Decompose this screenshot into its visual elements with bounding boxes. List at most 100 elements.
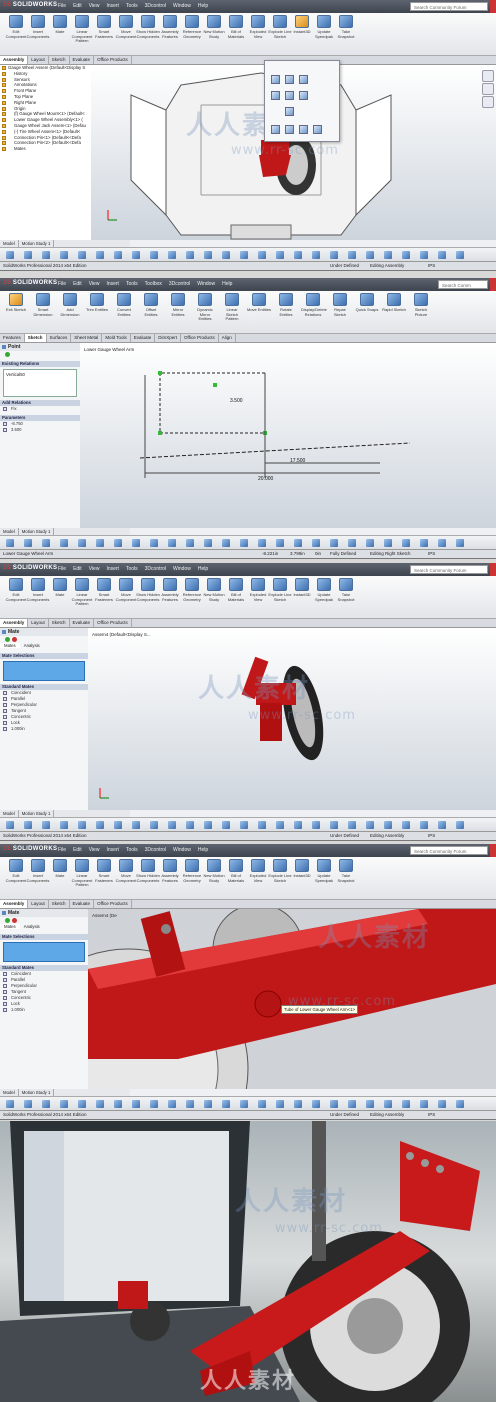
smart-dimension-button[interactable]: Smart Dimension — [31, 293, 55, 317]
menu-window[interactable]: Window — [197, 281, 215, 287]
insert-components-button[interactable]: Insert Components — [26, 859, 50, 883]
hud-tool-icon[interactable] — [294, 251, 302, 259]
tab-office-products[interactable]: Office Products — [94, 900, 132, 908]
move-component-button[interactable]: Move Component — [114, 578, 138, 602]
tab-analysis[interactable]: Analysis — [20, 643, 44, 648]
update-speedpak-button[interactable]: Update Speedpak — [312, 859, 336, 883]
mate-button[interactable]: Mate — [48, 578, 72, 598]
tab-mates[interactable]: Mates — [0, 924, 20, 929]
hud-tool-icon[interactable] — [312, 1100, 320, 1108]
hud-tool-icon[interactable] — [366, 821, 374, 829]
tab-layout[interactable]: Layout — [28, 56, 49, 64]
hud-tool-icon[interactable] — [420, 821, 428, 829]
hud-tool-icon[interactable] — [348, 539, 356, 547]
menu-insert[interactable]: Insert — [106, 566, 119, 572]
close-window-button[interactable] — [490, 563, 496, 576]
hud-tool-icon[interactable] — [24, 251, 32, 259]
hud-tool-icon[interactable] — [294, 821, 302, 829]
hud-tool-icon[interactable] — [330, 821, 338, 829]
bill-of-materials-button[interactable]: Bill of Materials — [224, 578, 248, 602]
tab-dimxpert[interactable]: DimXpert — [155, 334, 182, 342]
close-window-button[interactable] — [490, 844, 496, 857]
hud-tool-icon[interactable] — [186, 821, 194, 829]
hud-tool-icon[interactable] — [456, 821, 464, 829]
menu-insert[interactable]: Insert — [106, 847, 119, 853]
hud-tool-icon[interactable] — [204, 1100, 212, 1108]
linear-component-pattern-button[interactable]: Linear Component Pattern — [70, 15, 94, 44]
exploded-view-button[interactable]: Exploded View — [246, 15, 270, 39]
cancel-icon[interactable] — [12, 637, 17, 642]
hud-tool-icon[interactable] — [204, 821, 212, 829]
hud-tool-icon[interactable] — [114, 1100, 122, 1108]
convert-entities-button[interactable]: Convert Entities — [112, 293, 136, 317]
menu-help[interactable]: Help — [198, 847, 208, 853]
smart-fasteners-button[interactable]: Smart Fasteners — [92, 15, 116, 39]
sketch-picture-button[interactable]: Sketch Picture — [409, 293, 433, 317]
hud-tool-icon[interactable] — [330, 251, 338, 259]
menu-3dcontrol[interactable]: 3Dcontrol — [169, 281, 190, 287]
offset-entities-button[interactable]: Offset Entities — [139, 293, 163, 317]
explode-line-sketch-button[interactable]: Explode Line Sketch — [268, 578, 292, 602]
hud-tool-icon[interactable] — [24, 1100, 32, 1108]
hud-tool-icon[interactable] — [438, 821, 446, 829]
menu-insert[interactable]: Insert — [106, 281, 119, 287]
hud-tool-icon[interactable] — [384, 821, 392, 829]
bill-of-materials-button[interactable]: Bill of Materials — [224, 859, 248, 883]
reference-geometry-button[interactable]: Reference Geometry — [180, 578, 204, 602]
assembly-features-button[interactable]: Assembly Features — [158, 15, 182, 39]
hud-tool-icon[interactable] — [438, 539, 446, 547]
menu-edit[interactable]: Edit — [73, 566, 82, 572]
hud-tool-icon[interactable] — [96, 251, 104, 259]
menu-help[interactable]: Help — [222, 281, 232, 287]
tab-sketch[interactable]: Sketch — [49, 56, 70, 64]
hud-tool-icon[interactable] — [402, 539, 410, 547]
hud-tool-icon[interactable] — [384, 539, 392, 547]
hud-tool-icon[interactable] — [456, 1100, 464, 1108]
hud-tool-icon[interactable] — [312, 821, 320, 829]
tab-evaluate[interactable]: Evaluate — [70, 619, 95, 627]
hud-tool-icon[interactable] — [6, 1100, 14, 1108]
menu-tools[interactable]: Tools — [126, 847, 138, 853]
mate-distance-input[interactable]: 1.000in — [0, 726, 88, 732]
hud-tool-icon[interactable] — [132, 539, 140, 547]
hud-tool-icon[interactable] — [366, 1100, 374, 1108]
hud-tool-icon[interactable] — [168, 251, 176, 259]
show-hidden-components-button[interactable]: Show Hidden Components — [136, 578, 160, 602]
hud-tool-icon[interactable] — [258, 251, 266, 259]
ok-icon[interactable] — [5, 918, 10, 923]
tab-office-products[interactable]: Office Products — [94, 619, 132, 627]
hud-tool-icon[interactable] — [186, 539, 194, 547]
tab-mold-tools[interactable]: Mold Tools — [102, 334, 131, 342]
tab-evaluate[interactable]: Evaluate — [70, 56, 95, 64]
instant3d-button[interactable]: Instant3D — [290, 15, 314, 35]
tab-evaluate[interactable]: Evaluate — [70, 900, 95, 908]
hud-tool-icon[interactable] — [240, 1100, 248, 1108]
hud-tool-icon[interactable] — [258, 1100, 266, 1108]
hud-tool-icon[interactable] — [168, 1100, 176, 1108]
view-bottom-icon[interactable] — [285, 107, 294, 116]
hud-tool-icon[interactable] — [348, 1100, 356, 1108]
view-selector-popup[interactable] — [264, 60, 340, 142]
menu-tools[interactable]: Tools — [126, 3, 138, 9]
mate-button[interactable]: Mate — [48, 15, 72, 35]
edit-component-button[interactable]: Edit Component — [4, 15, 28, 39]
view-front-icon[interactable] — [299, 75, 308, 84]
hud-tool-icon[interactable] — [276, 1100, 284, 1108]
hud-tool-icon[interactable] — [60, 251, 68, 259]
view-isometric-icon[interactable] — [285, 75, 294, 84]
hud-tool-icon[interactable] — [6, 539, 14, 547]
rapid-sketch-button[interactable]: Rapid Sketch — [382, 293, 406, 313]
hud-tool-icon[interactable] — [258, 539, 266, 547]
hud-tool-icon[interactable] — [366, 251, 374, 259]
hud-tool-icon[interactable] — [222, 1100, 230, 1108]
mate-selections-box[interactable] — [3, 942, 85, 962]
hud-tool-icon[interactable] — [60, 1100, 68, 1108]
smart-fasteners-button[interactable]: Smart Fasteners — [92, 859, 116, 883]
tab-assembly[interactable]: Assembly — [0, 56, 29, 64]
hud-tool-icon[interactable] — [240, 251, 248, 259]
hud-tool-icon[interactable] — [384, 1100, 392, 1108]
hud-tool-icon[interactable] — [240, 539, 248, 547]
menu-3dcontrol[interactable]: 3Dcontrol — [145, 847, 166, 853]
hud-tool-icon[interactable] — [132, 251, 140, 259]
tab-features[interactable]: Features — [0, 334, 25, 342]
